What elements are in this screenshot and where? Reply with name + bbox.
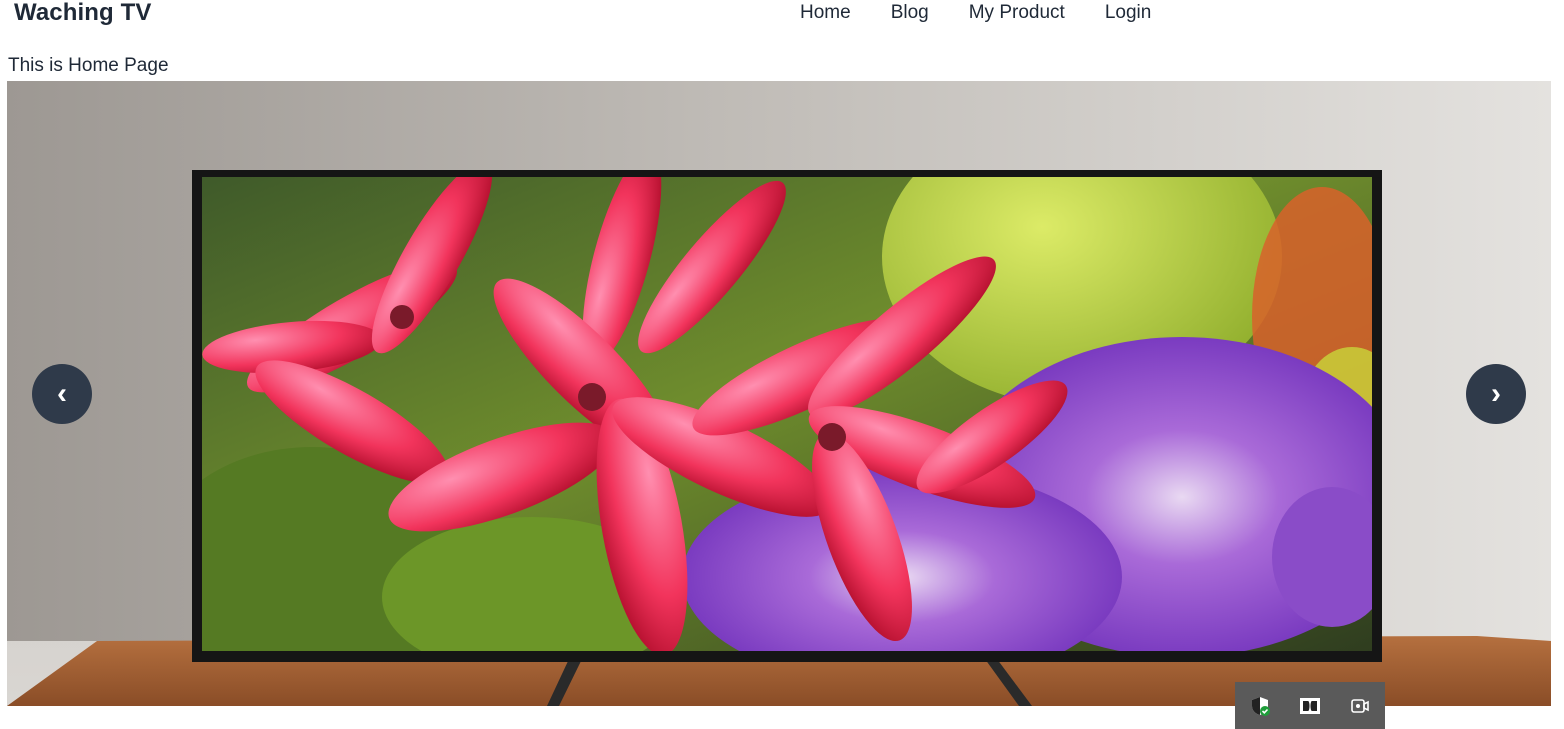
navbar: Waching TV Home Blog My Product Login [0,0,1564,30]
system-tray [1235,682,1385,729]
carousel-prev-button[interactable]: ‹ [32,364,92,424]
image-carousel: ‹ › [7,81,1551,706]
nav-links: Home Blog My Product Login [800,1,1191,25]
nav-blog-link[interactable]: Blog [891,1,929,25]
site-brand[interactable]: Waching TV [14,0,151,27]
nav-home-link[interactable]: Home [800,1,851,25]
dolby-icon[interactable] [1297,693,1323,719]
nav-login-link[interactable]: Login [1105,1,1152,25]
nav-my-product-link[interactable]: My Product [969,1,1065,25]
security-shield-icon[interactable] [1247,693,1273,719]
carousel-next-button[interactable]: › [1466,364,1526,424]
carousel-slide-image [7,81,1551,706]
page-title: This is Home Page [8,55,169,76]
camera-icon[interactable] [1347,693,1373,719]
